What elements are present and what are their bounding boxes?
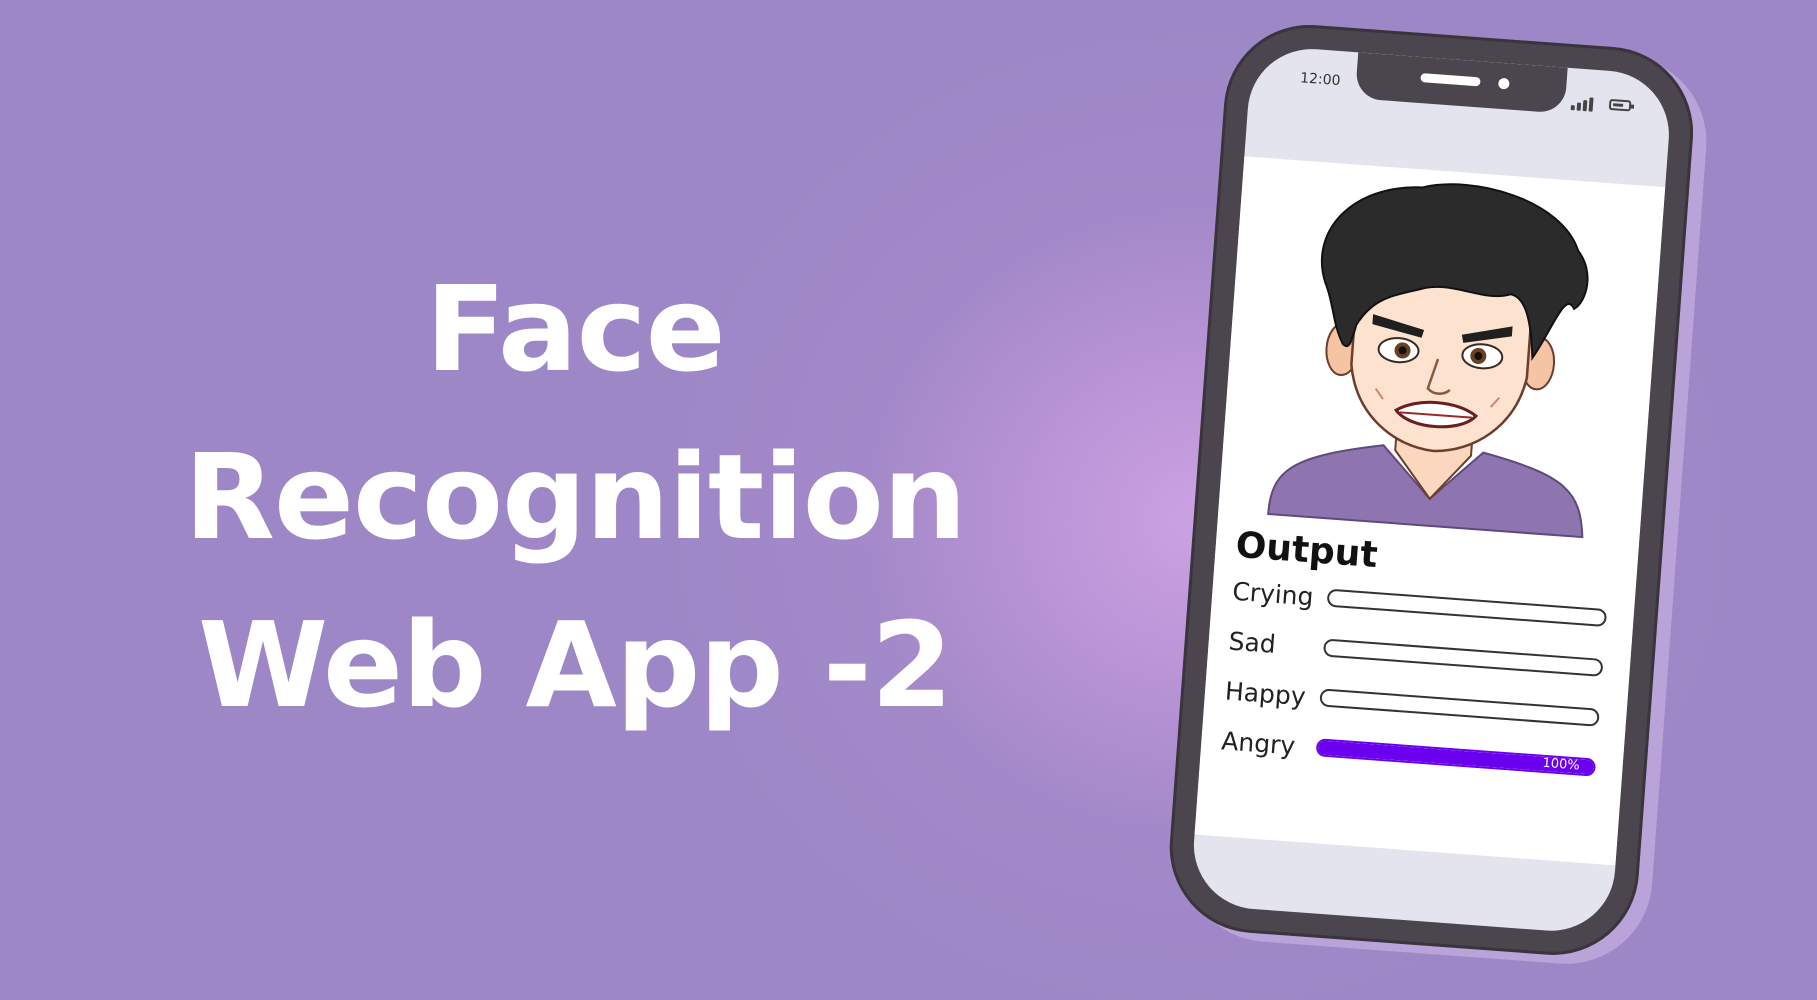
output-heading: Output <box>1234 524 1380 577</box>
headline-line-3: Web App -2 <box>198 596 953 734</box>
emotion-label: Angry <box>1220 726 1297 761</box>
headline-line-1: Face <box>425 260 725 398</box>
battery-icon <box>1608 98 1632 112</box>
phone-screen: 12:00 Output Crying Sad Happy Angry 100% <box>1189 44 1674 936</box>
angry-avatar-image <box>1267 183 1589 539</box>
emotion-bar-fill: 100% <box>1317 740 1595 775</box>
emotion-bar-fill <box>1325 640 1327 655</box>
phone-frame: 12:00 Output Crying Sad Happy Angry 100% <box>1163 18 1700 961</box>
emotion-bar-fill <box>1328 590 1330 605</box>
emotion-label: Sad <box>1227 626 1277 659</box>
signal-icon <box>1570 94 1600 112</box>
app-content: Output Crying Sad Happy Angry 100% <box>1194 156 1666 866</box>
emotion-bar-track: 100% <box>1315 738 1597 777</box>
emotion-label: Crying <box>1231 576 1315 612</box>
camera-icon <box>1497 77 1510 90</box>
emotion-bar-track <box>1326 588 1608 628</box>
emotion-label: Happy <box>1224 676 1307 712</box>
headline: Face Recognition Web App -2 <box>150 245 1000 749</box>
status-time: 12:00 <box>1299 70 1342 90</box>
emotion-row-happy: Happy <box>1224 676 1605 734</box>
emotion-bar-track <box>1319 688 1600 727</box>
emotion-bar-track <box>1322 638 1604 677</box>
emotion-row-angry: Angry 100% <box>1220 726 1601 784</box>
phone-notch <box>1354 52 1568 114</box>
emotion-bar-value: 100% <box>1541 755 1581 774</box>
emotion-row-sad: Sad <box>1228 627 1609 685</box>
emotion-row-crying: Crying <box>1231 577 1612 635</box>
headline-line-2: Recognition <box>184 428 967 566</box>
speaker-icon <box>1420 73 1481 87</box>
emotion-bar-fill <box>1321 690 1323 705</box>
phone-mockup: 12:00 Output Crying Sad Happy Angry 100% <box>1163 18 1729 973</box>
